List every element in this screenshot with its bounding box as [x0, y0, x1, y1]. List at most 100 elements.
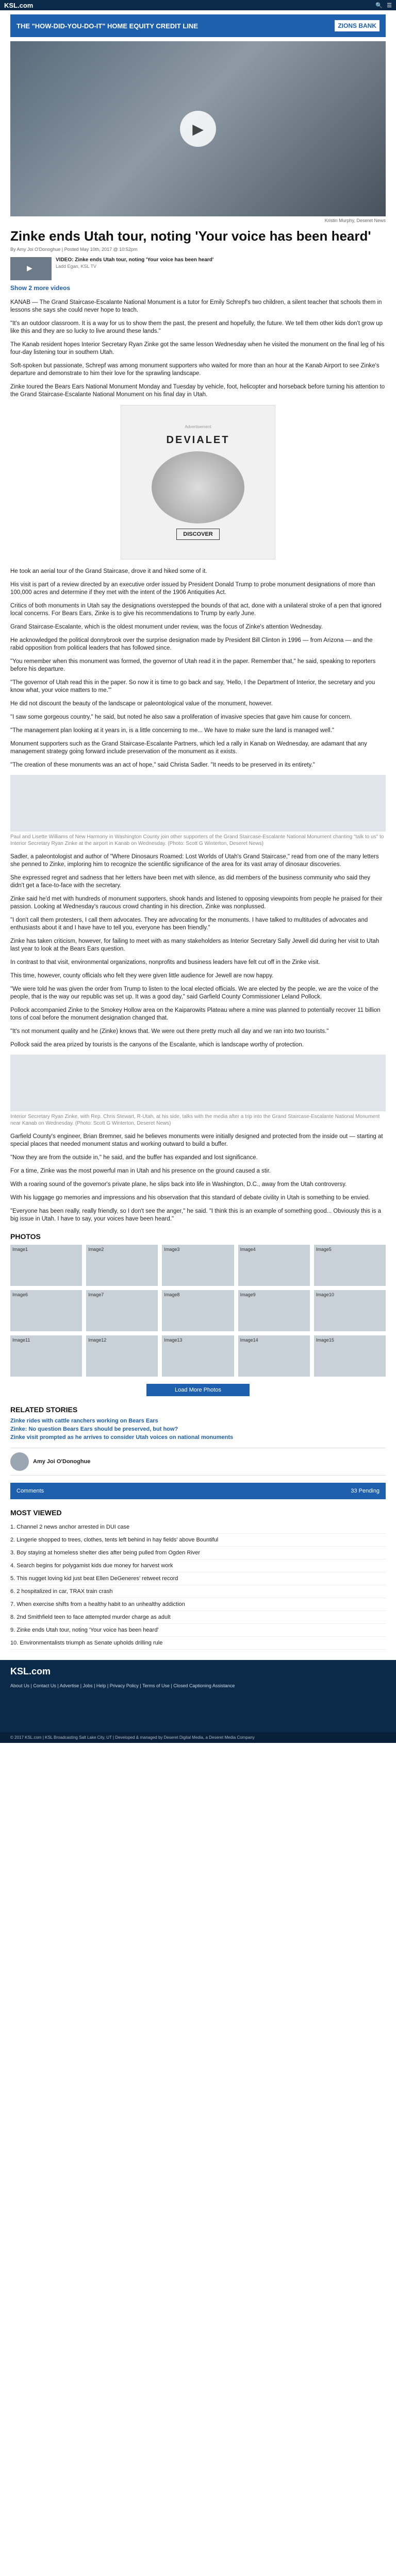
gallery-photo[interactable]: Image9	[238, 1290, 310, 1331]
gallery-photo[interactable]: Image7	[86, 1290, 158, 1331]
ad-brand: DEVIALET	[166, 434, 230, 446]
photo-gallery: Image1 Image2 Image3 Image4 Image5 Image…	[10, 1245, 386, 1377]
ad-image	[152, 451, 244, 523]
paragraph: His visit is part of a review directed b…	[10, 582, 375, 596]
comments-label: Comments	[16, 1488, 44, 1494]
byline: By Amy Joi O'Donoghue | Posted May 10th,…	[10, 247, 138, 252]
article-photo[interactable]	[10, 775, 386, 832]
gallery-photo[interactable]: Image15	[314, 1335, 386, 1377]
paragraph: Zinke has taken criticism, however, for …	[10, 938, 380, 952]
banner-brand: ZIONS BANK	[335, 20, 380, 31]
paragraph: He acknowledged the political donnybrook…	[10, 637, 373, 651]
paragraph: The Kanab resident hopes Interior Secret…	[10, 342, 385, 355]
video-player[interactable]: ▶	[10, 41, 386, 216]
author-box: Amy Joi O'Donoghue	[10, 1448, 386, 1476]
related-story-link[interactable]: Zinke: No question Bears Ears should be …	[10, 1426, 386, 1432]
related-stories-heading: RELATED STORIES	[10, 1405, 78, 1414]
site-header: KSL.com 🔍 ☰	[0, 0, 396, 10]
gallery-photo[interactable]: Image5	[314, 1245, 386, 1286]
ad-discover-button[interactable]: DISCOVER	[176, 529, 220, 540]
show-more-videos-button[interactable]: Show 2 more videos	[10, 284, 386, 292]
gallery-photo[interactable]: Image10	[314, 1290, 386, 1331]
gallery-photo[interactable]: Image2	[86, 1245, 158, 1286]
paragraph: "I don't call them protesters, I call th…	[10, 917, 368, 931]
paragraph: "You remember when this monument was for…	[10, 658, 376, 672]
paragraph: Pollock accompanied Zinke to the Smokey …	[10, 1007, 381, 1021]
advertisement[interactable]: Advertisement DEVIALET DISCOVER	[121, 405, 275, 560]
paragraph: "The management plan looking at it years…	[10, 727, 335, 734]
paragraph: Critics of both monuments in Utah say th…	[10, 603, 382, 617]
gallery-photo[interactable]: Image6	[10, 1290, 82, 1331]
most-viewed-item[interactable]: 10. Environmentalists triumph as Senate …	[10, 1637, 386, 1650]
copyright: © 2017 KSL.com | KSL Broadcasting Salt L…	[0, 1732, 396, 1743]
article-body-1: KANAB — The Grand Staircase-Escalante Na…	[10, 299, 386, 399]
most-viewed-item[interactable]: 9. Zinke ends Utah tour, noting 'Your vo…	[10, 1624, 386, 1637]
paragraph: This time, however, county officials who…	[10, 973, 274, 979]
related-video[interactable]: VIDEO: Zinke ends Utah tour, noting 'You…	[10, 257, 386, 280]
related-story-link[interactable]: Zinke rides with cattle ranchers working…	[10, 1418, 386, 1424]
paragraph: Garfield County's engineer, Brian Bremne…	[10, 1133, 383, 1147]
gallery-photo[interactable]: Image13	[162, 1335, 234, 1377]
footer-logo[interactable]: KSL.com	[10, 1666, 386, 1677]
site-footer: KSL.com About Us | Contact Us | Advertis…	[0, 1660, 396, 1732]
paragraph: In contrast to that visit, environmental…	[10, 959, 320, 965]
ad-banner[interactable]: THE "HOW-DID-YOU-DO-IT" HOME EQUITY CRED…	[10, 14, 386, 37]
load-more-photos-button[interactable]: Load More Photos	[146, 1384, 250, 1396]
menu-icon[interactable]: ☰	[387, 2, 392, 9]
most-viewed-item[interactable]: 7. When exercise shifts from a healthy h…	[10, 1598, 386, 1611]
gallery-photo[interactable]: Image12	[86, 1335, 158, 1377]
paragraph: He did not discount the beauty of the la…	[10, 701, 273, 707]
related-video-title[interactable]: VIDEO: Zinke ends Utah tour, noting 'You…	[56, 257, 213, 263]
paragraph: "I saw some gorgeous country," he said, …	[10, 714, 352, 720]
paragraph: For a time, Zinke was the most powerful …	[10, 1168, 271, 1174]
paragraph: Sadler, a paleontologist and author of "…	[10, 854, 379, 868]
paragraph: "The governor of Utah read this in the p…	[10, 680, 375, 693]
most-viewed-item[interactable]: 8. 2nd Smithfield teen to face attempted…	[10, 1611, 386, 1624]
video-thumbnail[interactable]	[10, 257, 52, 280]
article-body-2: He took an aerial tour of the Grand Stai…	[10, 568, 386, 769]
most-viewed-item[interactable]: 1. Channel 2 news anchor arrested in DUI…	[10, 1521, 386, 1534]
gallery-photo[interactable]: Image14	[238, 1335, 310, 1377]
author-name[interactable]: Amy Joi O'Donoghue	[33, 1459, 90, 1465]
paragraph: With a roaring sound of the governor's p…	[10, 1181, 347, 1188]
comments-bar[interactable]: Comments 33 Pending	[10, 1483, 386, 1499]
paragraph: "It's not monument quality and he (Zinke…	[10, 1028, 329, 1035]
paragraph: Grand Staircase-Escalante, which is the …	[10, 624, 323, 630]
most-viewed-item[interactable]: 6. 2 hospitalized in car, TRAX train cra…	[10, 1585, 386, 1598]
paragraph: Zinke toured the Bears Ears National Mon…	[10, 384, 385, 398]
gallery-photo[interactable]: Image1	[10, 1245, 82, 1286]
gallery-photo[interactable]: Image4	[238, 1245, 310, 1286]
gallery-photo[interactable]: Image8	[162, 1290, 234, 1331]
paragraph: KANAB — The Grand Staircase-Escalante Na…	[10, 299, 382, 313]
most-viewed-item[interactable]: 5. This nugget loving kid just beat Elle…	[10, 1572, 386, 1585]
paragraph: "It's an outdoor classroom. It is a way …	[10, 320, 383, 334]
article-title: Zinke ends Utah tour, noting 'Your voice…	[10, 228, 371, 244]
footer-links[interactable]: About Us | Contact Us | Advertise | Jobs…	[10, 1682, 386, 1689]
gallery-photo[interactable]: Image11	[10, 1335, 82, 1377]
ad-label: Advertisement	[185, 425, 211, 429]
article-photo[interactable]	[10, 1055, 386, 1111]
paragraph: Zinke said he'd met with hundreds of mon…	[10, 896, 383, 910]
paragraph: Soft-spoken but passionate, Schrepf was …	[10, 363, 380, 377]
most-viewed-item[interactable]: 4. Search begins for polygamist kids due…	[10, 1560, 386, 1572]
photos-heading: PHOTOS	[10, 1232, 41, 1241]
most-viewed-list: 1. Channel 2 news anchor arrested in DUI…	[10, 1521, 386, 1650]
article-body-3: Sadler, a paleontologist and author of "…	[10, 853, 386, 1049]
most-viewed-item[interactable]: 3. Boy staying at homeless shelter dies …	[10, 1547, 386, 1560]
banner-text: THE "HOW-DID-YOU-DO-IT" HOME EQUITY CRED…	[16, 22, 198, 30]
photo-caption: Interior Secretary Ryan Zinke, with Rep.…	[10, 1114, 380, 1126]
article-body-4: Garfield County's engineer, Brian Bremne…	[10, 1133, 386, 1223]
site-logo[interactable]: KSL.com	[4, 2, 33, 9]
paragraph: "The creation of these monuments was an …	[10, 762, 315, 768]
comments-count: 33 Pending	[351, 1488, 380, 1494]
play-icon[interactable]: ▶	[180, 111, 216, 147]
related-story-link[interactable]: Zinke visit prompted as he arrives to co…	[10, 1434, 386, 1440]
paragraph: Monument supporters such as the Grand St…	[10, 741, 367, 755]
most-viewed-heading: MOST VIEWED	[10, 1509, 62, 1517]
paragraph: Pollock said the area prized by tourists…	[10, 1042, 304, 1048]
most-viewed-item[interactable]: 2. Lingerie shopped to trees, clothes, t…	[10, 1534, 386, 1547]
gallery-photo[interactable]: Image3	[162, 1245, 234, 1286]
search-icon[interactable]: 🔍	[375, 2, 383, 9]
avatar[interactable]	[10, 1452, 29, 1471]
related-stories-list: Zinke rides with cattle ranchers working…	[10, 1418, 386, 1440]
